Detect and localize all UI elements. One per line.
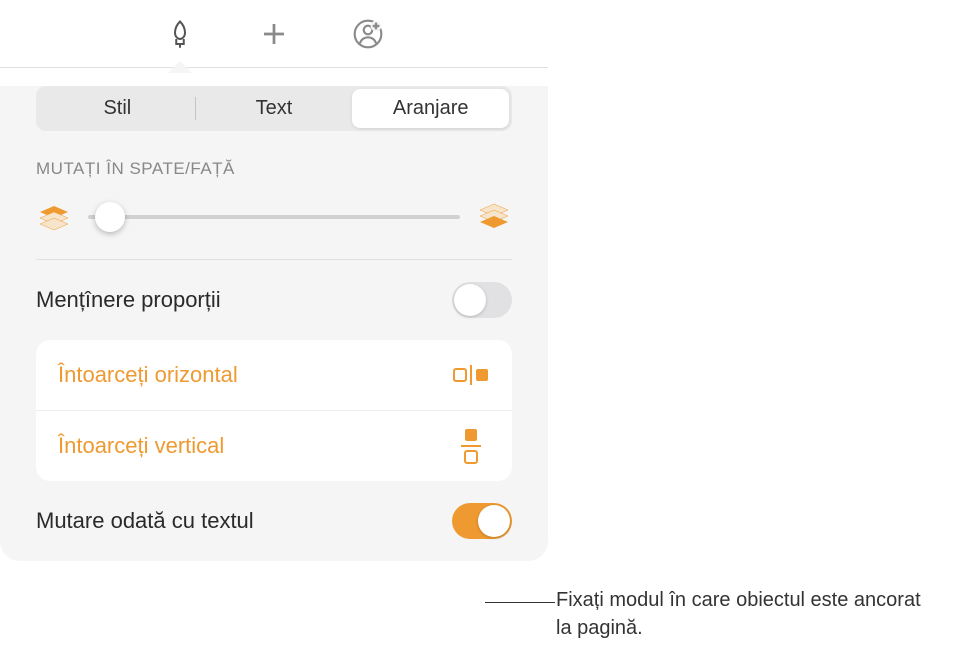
proportions-toggle[interactable] — [452, 282, 512, 318]
inspector-panel: Stil Text Aranjare MUTAȚI ÎN SPATE/FAȚĂ … — [0, 86, 548, 561]
flip-horizontal-button[interactable]: Întoarceți orizontal — [36, 340, 512, 411]
flip-vertical-icon — [452, 431, 490, 461]
proportions-label: Mențînere proporții — [36, 287, 221, 313]
toggle-knob — [478, 505, 510, 537]
flip-horizontal-icon — [452, 360, 490, 390]
move-with-text-label: Mutare odată cu textul — [36, 508, 254, 534]
tab-bar: Stil Text Aranjare — [36, 86, 512, 131]
proportions-row: Mențînere proporții — [36, 260, 512, 340]
toggle-knob — [454, 284, 486, 316]
move-to-back-icon[interactable] — [36, 199, 72, 235]
top-toolbar — [0, 0, 548, 68]
flip-vertical-label: Întoarceți vertical — [58, 433, 224, 459]
annotation-leader-line — [485, 602, 555, 603]
person-add-icon[interactable] — [351, 17, 385, 51]
move-with-text-toggle[interactable] — [452, 503, 512, 539]
move-to-front-icon[interactable] — [476, 199, 512, 235]
tab-arrange[interactable]: Aranjare — [352, 89, 509, 128]
flip-vertical-button[interactable]: Întoarceți vertical — [36, 411, 512, 481]
layering-label: MUTAȚI ÎN SPATE/FAȚĂ — [36, 159, 512, 179]
layering-slider-row — [36, 191, 512, 260]
move-with-text-row: Mutare odată cu textul — [36, 481, 512, 561]
flip-actions: Întoarceți orizontal Întoarceți vertical — [36, 340, 512, 481]
brush-icon[interactable] — [163, 17, 197, 51]
tab-text[interactable]: Text — [196, 89, 353, 128]
tab-style[interactable]: Stil — [39, 89, 196, 128]
flip-horizontal-label: Întoarceți orizontal — [58, 362, 238, 388]
annotation-text: Fixați modul în care obiectul este ancor… — [556, 586, 936, 642]
slider-thumb[interactable] — [95, 202, 125, 232]
layering-slider[interactable] — [88, 215, 460, 219]
plus-icon[interactable] — [257, 17, 291, 51]
